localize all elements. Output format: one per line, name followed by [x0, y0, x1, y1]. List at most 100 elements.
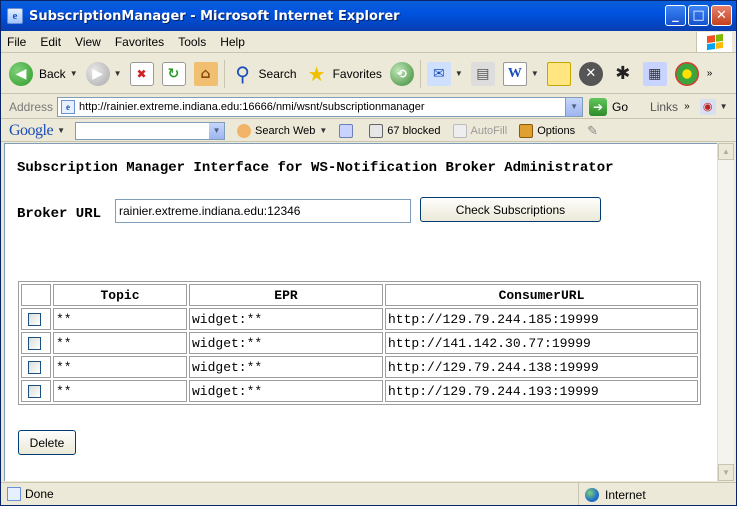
- epr-cell: widget:**: [189, 356, 383, 378]
- menu-view[interactable]: View: [69, 35, 109, 49]
- row-checkbox[interactable]: [28, 312, 41, 326]
- menu-edit[interactable]: Edit: [34, 35, 69, 49]
- minimize-button[interactable]: _: [665, 5, 686, 26]
- close-page-button[interactable]: ✕: [575, 57, 607, 91]
- print-button[interactable]: ▤: [467, 57, 499, 91]
- sticky-note-icon: [546, 61, 571, 86]
- popup-settings-icon[interactable]: ◉: [699, 98, 716, 115]
- scroll-up-icon[interactable]: ▲: [718, 143, 734, 160]
- google-search-input[interactable]: ▼: [75, 121, 226, 140]
- row-checkbox[interactable]: [28, 336, 41, 350]
- search-web-button[interactable]: Search Web ▼: [237, 123, 327, 138]
- google-options-button[interactable]: Options: [519, 123, 576, 138]
- back-arrow-icon: ◀: [9, 61, 33, 86]
- search-button[interactable]: ⚲ Search: [227, 57, 301, 91]
- broker-url-input[interactable]: [115, 199, 411, 223]
- row-select-cell: [21, 332, 51, 354]
- toolbar-overflow-icon[interactable]: »: [707, 68, 713, 79]
- title-bar[interactable]: e SubscriptionManager - Microsoft Intern…: [1, 1, 736, 31]
- autofill-label: AutoFill: [470, 124, 508, 137]
- row-checkbox[interactable]: [28, 384, 41, 398]
- address-label: Address: [9, 99, 54, 114]
- google-logo-text: Google: [9, 121, 54, 139]
- edit-button[interactable]: W ▼: [499, 57, 543, 91]
- delete-button[interactable]: Delete: [18, 430, 76, 455]
- epr-cell: widget:**: [189, 308, 383, 330]
- row-select-cell: [21, 380, 51, 402]
- edit-dropdown-icon[interactable]: ▼: [531, 69, 539, 78]
- forward-arrow-icon: ▶: [85, 61, 110, 86]
- pencil-icon: ✎: [587, 122, 599, 138]
- row-checkbox[interactable]: [28, 360, 41, 374]
- page-icon: e: [61, 99, 76, 114]
- word-icon: W: [502, 61, 527, 86]
- stop-button[interactable]: ✖: [126, 57, 158, 91]
- magnifier-icon: ⚲: [235, 61, 250, 86]
- page-content: Subscription Manager Interface for WS-No…: [4, 143, 719, 481]
- printer-icon: ▤: [470, 61, 495, 86]
- mail-dropdown-icon[interactable]: ▼: [455, 69, 463, 78]
- news-button[interactable]: [339, 123, 357, 138]
- close-button[interactable]: ✕: [711, 5, 732, 26]
- search-web-label: Search Web: [255, 124, 316, 137]
- google-search-dropdown-icon[interactable]: ▼: [209, 122, 225, 139]
- broker-url-label: Broker URL: [17, 206, 102, 222]
- popup-blocker-button[interactable]: 67 blocked: [369, 123, 441, 138]
- topic-cell: **: [53, 308, 187, 330]
- icq-button[interactable]: [671, 57, 703, 91]
- consumer-url-cell: http://141.142.30.77:19999: [385, 332, 698, 354]
- google-logo[interactable]: Google: [1, 121, 54, 140]
- search-label: Search: [258, 66, 297, 81]
- x-circle-icon: ✕: [578, 61, 603, 86]
- address-input[interactable]: e http://rainier.extreme.indiana.edu:166…: [57, 96, 584, 117]
- google-menu-dropdown-icon[interactable]: ▼: [57, 126, 65, 135]
- back-label: Back: [39, 66, 66, 81]
- address-dropdown-icon[interactable]: ▼: [565, 97, 583, 116]
- go-button[interactable]: ➔ Go: [589, 97, 629, 116]
- ie-page-icon: e: [7, 8, 23, 24]
- page-title: Subscription Manager Interface for WS-No…: [17, 160, 614, 176]
- options-label: Options: [537, 124, 576, 137]
- go-label: Go: [612, 99, 629, 114]
- scroll-down-icon[interactable]: ▼: [718, 464, 734, 481]
- blocked-count: 67 blocked: [387, 124, 441, 137]
- mail-button[interactable]: ✉ ▼: [423, 57, 467, 91]
- refresh-icon: ↻: [161, 61, 186, 86]
- links-overflow-icon[interactable]: »: [684, 101, 690, 112]
- topic-cell: **: [53, 380, 187, 402]
- windows-flag-icon: [706, 33, 723, 51]
- back-button[interactable]: ◀ Back ▼: [5, 57, 82, 91]
- notes-button[interactable]: [543, 57, 575, 91]
- menu-file[interactable]: File: [1, 35, 34, 49]
- options-icon: [519, 123, 534, 138]
- home-button[interactable]: ⌂: [190, 57, 222, 91]
- highlight-button[interactable]: ✎: [587, 123, 598, 139]
- forward-dropdown-icon[interactable]: ▼: [114, 69, 122, 78]
- search-web-dropdown-icon[interactable]: ▼: [319, 126, 327, 135]
- address-url: http://rainier.extreme.indiana.edu:16666…: [79, 100, 425, 113]
- links-label[interactable]: Links: [650, 100, 678, 114]
- menu-bar: File Edit View Favorites Tools Help: [1, 31, 736, 53]
- vertical-scrollbar[interactable]: ▲ ▼: [717, 143, 734, 481]
- row-select-cell: [21, 356, 51, 378]
- forward-button[interactable]: ▶ ▼: [82, 57, 126, 91]
- research-icon: ▦: [642, 61, 667, 86]
- menu-help[interactable]: Help: [214, 35, 253, 49]
- history-icon: ⟲: [389, 61, 414, 86]
- menu-favorites[interactable]: Favorites: [109, 35, 172, 49]
- check-subscriptions-button[interactable]: Check Subscriptions: [420, 197, 601, 222]
- messenger-button[interactable]: ✱: [607, 57, 639, 91]
- popup-dropdown-icon[interactable]: ▼: [720, 102, 728, 111]
- research-button[interactable]: ▦: [639, 57, 671, 91]
- back-dropdown-icon[interactable]: ▼: [70, 69, 78, 78]
- menu-tools[interactable]: Tools: [172, 35, 214, 49]
- refresh-button[interactable]: ↻: [158, 57, 190, 91]
- maximize-button[interactable]: □: [688, 5, 709, 26]
- favorites-button[interactable]: ★ Favorites: [301, 57, 386, 91]
- autofill-button[interactable]: AutoFill: [452, 123, 508, 138]
- table-row: ** widget:** http://129.79.244.138:19999: [21, 356, 698, 378]
- consumer-url-cell: http://129.79.244.193:19999: [385, 380, 698, 402]
- history-button[interactable]: ⟲: [386, 57, 418, 91]
- go-arrow-icon: ➔: [589, 97, 608, 116]
- popup-blocker-icon: [369, 123, 384, 138]
